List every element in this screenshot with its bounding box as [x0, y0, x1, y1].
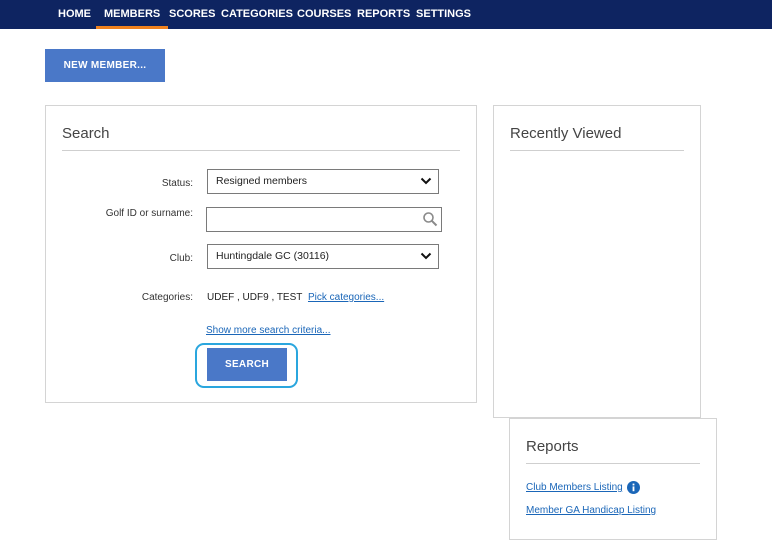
status-select-value: Resigned members	[216, 175, 308, 187]
reports-divider	[526, 463, 700, 464]
club-select-value: Huntingdale GC (30116)	[216, 250, 330, 262]
info-icon[interactable]	[627, 481, 640, 494]
chevron-down-icon	[420, 252, 432, 260]
categories-label: Categories:	[141, 292, 193, 303]
pick-categories-link[interactable]: Pick categories...	[308, 292, 384, 303]
report-club-members-listing-link[interactable]: Club Members Listing	[526, 482, 623, 493]
recently-viewed-divider	[510, 150, 684, 151]
status-select[interactable]: Resigned members	[207, 169, 439, 194]
show-more-criteria-link[interactable]: Show more search criteria...	[206, 325, 331, 336]
nav-reports[interactable]: REPORTS	[357, 0, 410, 29]
search-title-divider	[62, 150, 460, 151]
recently-viewed-title: Recently Viewed	[510, 125, 622, 142]
nav-scores[interactable]: SCORES	[169, 0, 215, 29]
golf-id-label: Golf ID or surname:	[105, 208, 193, 219]
nav-courses[interactable]: COURSES	[297, 0, 351, 29]
nav-home[interactable]: HOME	[58, 0, 91, 29]
categories-value: UDEF , UDF9 , TEST Pick categories...	[207, 292, 384, 303]
report-ga-handicap-listing-link[interactable]: Member GA Handicap Listing	[526, 505, 656, 516]
magnifier-icon[interactable]	[422, 211, 438, 227]
reports-panel: Reports Club Members Listing Member GA H…	[509, 418, 717, 540]
chevron-down-icon	[420, 177, 432, 185]
nav-settings[interactable]: SETTINGS	[416, 0, 471, 29]
recently-viewed-panel: Recently Viewed	[493, 105, 701, 418]
search-panel-title: Search	[62, 125, 110, 142]
search-panel: Search Status: Resigned members Golf ID …	[45, 105, 477, 403]
categories-list: UDEF , UDF9 , TEST	[207, 292, 303, 303]
nav-categories[interactable]: CATEGORIES	[221, 0, 293, 29]
club-label: Club:	[169, 253, 193, 264]
golf-id-input[interactable]	[207, 208, 419, 231]
club-select[interactable]: Huntingdale GC (30116)	[207, 244, 439, 269]
reports-title: Reports	[526, 438, 579, 455]
nav-members[interactable]: MEMBERS	[95, 0, 169, 29]
new-member-button[interactable]: NEW MEMBER...	[45, 49, 165, 82]
top-navigation: HOME MEMBERS SCORES CATEGORIES COURSES R…	[0, 0, 772, 29]
status-label: Status:	[161, 178, 193, 189]
golf-id-field[interactable]	[206, 207, 442, 232]
search-button[interactable]: SEARCH	[207, 348, 287, 381]
